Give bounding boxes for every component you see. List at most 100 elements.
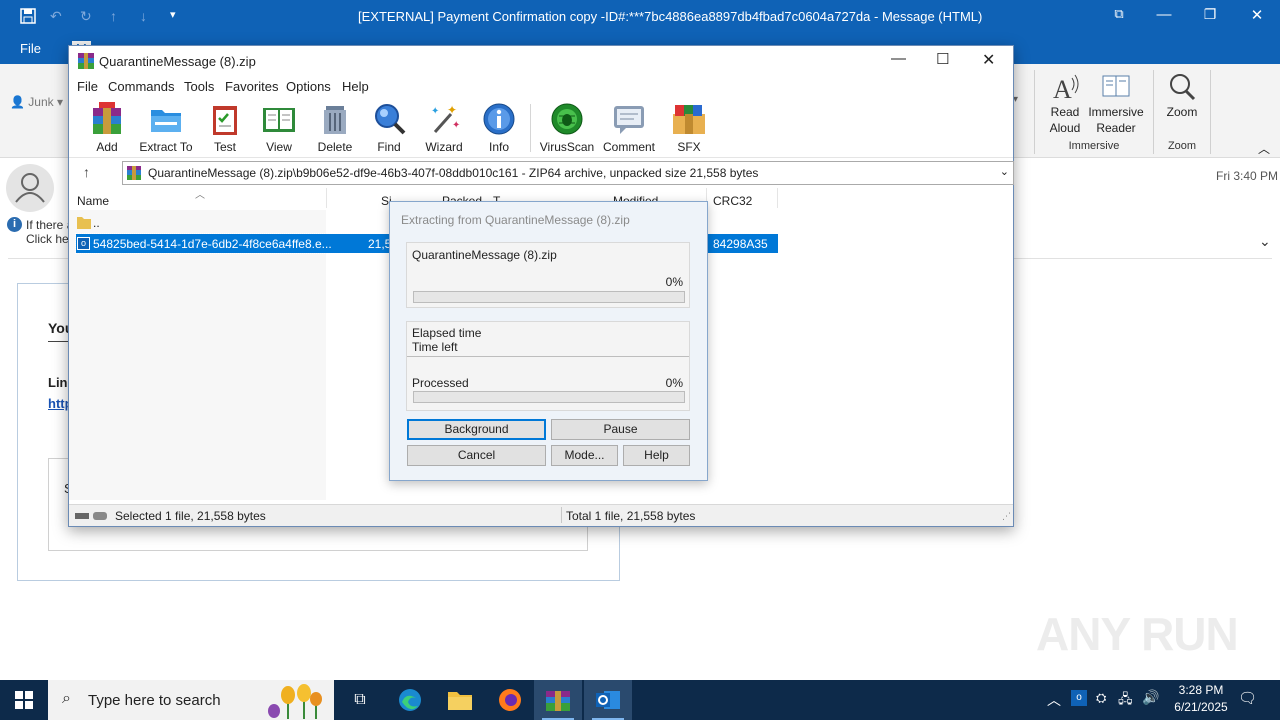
read-aloud-button[interactable]: A Read Aloud (1040, 68, 1090, 136)
outlook-file-icon: o (77, 237, 90, 250)
redo-icon[interactable]: ↻ (80, 8, 92, 25)
menu-help[interactable]: Help (342, 79, 369, 94)
edge-taskbar-button[interactable] (386, 680, 434, 720)
menu-tools[interactable]: Tools (184, 79, 214, 94)
info-button[interactable]: Info (481, 102, 517, 154)
mode-button[interactable]: Mode... (551, 445, 618, 466)
junk-icon: 👤 (10, 95, 25, 109)
add-button[interactable]: Add (89, 102, 125, 154)
watermark: ANY RUN (1036, 608, 1239, 660)
junk-button[interactable]: 👤 Junk ▾ (10, 94, 63, 110)
tulips-illustration-icon (266, 683, 332, 722)
outlook-tray-icon[interactable]: o (1071, 690, 1087, 706)
ribbon-display-options-icon[interactable]: ⧉ (1104, 6, 1134, 22)
comment-icon (612, 102, 646, 136)
path-bar: ↑ QuarantineMessage (8).zip\b9b06e52-df9… (69, 160, 1014, 186)
edge-icon (399, 689, 421, 711)
close-button[interactable]: ✕ (1242, 6, 1272, 24)
tab-file[interactable]: File (20, 41, 41, 56)
avatar (6, 164, 54, 212)
divider (48, 341, 68, 342)
winrar-toolbar: Add Extract To Test View Delete Find ✦ ✦ ✦… (69, 98, 1013, 158)
virusscan-button[interactable]: VirusScan (539, 102, 595, 154)
column-crc32[interactable]: CRC32 (713, 194, 752, 208)
winrar-menu-bar: File Commands Tools Favorites Options He… (69, 76, 1013, 98)
wizard-button[interactable]: ✦ ✦ ✦ Wizard (421, 102, 467, 154)
svg-text:✦: ✦ (447, 103, 457, 117)
menu-options[interactable]: Options (286, 79, 331, 94)
book-icon (262, 102, 296, 136)
column-name[interactable]: Name (77, 194, 109, 208)
path-field[interactable]: QuarantineMessage (8).zip\b9b06e52-df9e-… (122, 161, 1014, 185)
file-size: 21,5 (368, 237, 392, 251)
divider (1153, 70, 1154, 154)
up-folder-icon[interactable]: ↑ (83, 164, 90, 180)
comment-button[interactable]: Comment (601, 102, 657, 154)
restore-button[interactable]: ❐ (1195, 6, 1225, 23)
resize-grip-icon[interactable]: ⋰ (1002, 511, 1011, 522)
winrar-icon (78, 53, 94, 72)
notifications-icon[interactable]: 🗨 (1238, 689, 1257, 707)
sort-ascending-icon: ︿ (195, 190, 205, 201)
collapse-ribbon-icon[interactable]: ︿ (1258, 140, 1270, 157)
pause-button[interactable]: Pause (551, 419, 690, 440)
winrar-icon (546, 691, 570, 711)
folder-icon (448, 692, 472, 710)
customize-quick-access-icon[interactable]: ▾ (170, 8, 176, 21)
divider (326, 188, 327, 208)
winrar-taskbar-button[interactable] (534, 680, 582, 720)
menu-commands[interactable]: Commands (108, 79, 174, 94)
file-explorer-taskbar-button[interactable] (436, 680, 484, 720)
taskbar-clock[interactable]: 3:28 PM 6/21/2025 (1168, 683, 1234, 714)
down-arrow-icon[interactable]: ↓ (140, 8, 147, 24)
status-selected: Selected 1 file, 21,558 bytes (115, 509, 266, 523)
info-bar-link[interactable]: Click her (26, 232, 73, 246)
view-button[interactable]: View (257, 102, 301, 154)
expand-header-icon[interactable]: ⌄ (1259, 233, 1271, 250)
magic-wand-icon: ✦ ✦ ✦ (427, 102, 461, 136)
sfx-button[interactable]: SFX (669, 102, 709, 154)
taskbar-search-box[interactable]: ⌕ Type here to search (48, 680, 334, 720)
time-left-label: Time left (412, 340, 458, 354)
immersive-reader-button[interactable]: Immersive Reader (1085, 68, 1147, 136)
cancel-button[interactable]: Cancel (407, 445, 546, 466)
search-icon: ⌕ (62, 690, 71, 707)
tray-app-icon[interactable]: ⛭ (1096, 690, 1106, 706)
show-hidden-icons-icon[interactable]: ︿ (1047, 690, 1061, 710)
minimize-button[interactable]: — (1149, 6, 1179, 23)
delete-button[interactable]: Delete (313, 102, 357, 154)
divider (561, 507, 562, 523)
start-button[interactable] (0, 680, 48, 720)
svg-text:✦: ✦ (452, 120, 460, 131)
chevron-down-icon[interactable]: ⌄ (1000, 165, 1009, 178)
current-file: QuarantineMessage (8).zip (412, 248, 557, 262)
divider (530, 104, 531, 152)
name-column-shading (69, 210, 326, 500)
up-arrow-icon[interactable]: ↑ (110, 8, 117, 24)
extract-to-button[interactable]: Extract To (139, 102, 193, 154)
minimize-button[interactable]: — (891, 50, 906, 67)
info-icon (482, 102, 516, 136)
clipboard-check-icon (208, 102, 242, 136)
outlook-taskbar-button[interactable] (584, 680, 632, 720)
background-button[interactable]: Background (407, 419, 546, 440)
magnifier-icon (372, 102, 406, 136)
test-button[interactable]: Test (205, 102, 245, 154)
save-icon[interactable] (20, 8, 36, 27)
processed-label: Processed (412, 376, 469, 390)
zoom-button[interactable]: Zoom (1160, 68, 1204, 120)
menu-file[interactable]: File (77, 79, 98, 94)
find-button[interactable]: Find (369, 102, 409, 154)
info-bar-text[interactable]: If there a (26, 218, 73, 232)
help-button[interactable]: Help (623, 445, 690, 466)
close-button[interactable]: ✕ (982, 50, 995, 70)
menu-favorites[interactable]: Favorites (225, 79, 278, 94)
task-view-button[interactable]: ⧉ (336, 680, 384, 720)
undo-icon[interactable]: ↶ (50, 8, 62, 25)
divider (1210, 70, 1211, 154)
volume-icon[interactable]: 🔊 (1142, 689, 1159, 706)
file-name: 54825bed-5414-1d7e-6db2-4f8ce6a4ffe8.e..… (93, 237, 332, 251)
maximize-button[interactable]: ☐ (936, 50, 949, 68)
network-icon[interactable]: 🖧 (1118, 690, 1133, 712)
firefox-taskbar-button[interactable] (486, 680, 534, 720)
